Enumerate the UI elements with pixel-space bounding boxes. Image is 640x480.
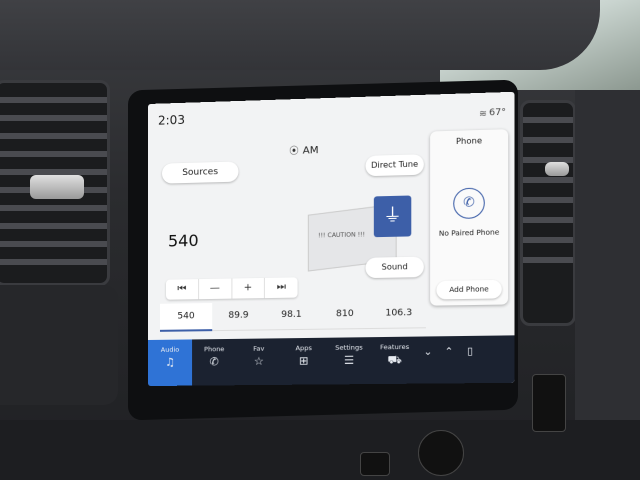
dock-audio[interactable]: Audio ♫ xyxy=(148,339,193,386)
sound-button[interactable]: Sound xyxy=(365,256,424,279)
side-hardware-button[interactable] xyxy=(532,374,566,432)
preset-bar: 540 89.9 98.1 810 106.3 xyxy=(159,299,426,332)
preset-4[interactable]: 810 xyxy=(318,300,372,330)
phone-icon: ✆ xyxy=(453,187,485,220)
phone-device-icon[interactable]: ▯ xyxy=(460,336,481,384)
dock-phone[interactable]: Phone ✆ xyxy=(192,339,236,386)
chevron-up-icon[interactable]: ⌃ xyxy=(439,336,460,383)
clock: 2:03 xyxy=(157,112,185,128)
band-indicator: ⦿ AM xyxy=(289,145,319,157)
settings-sliders-icon: ☰ xyxy=(343,353,355,368)
infotainment-screen: 2:03 ≋ 67° ⦿ AM Sources Direct Tune !!! C… xyxy=(148,91,515,387)
preset-2[interactable]: 89.9 xyxy=(212,302,265,332)
preset-1[interactable]: 540 xyxy=(159,302,213,332)
dock-fav[interactable]: Fav ☆ xyxy=(236,338,281,385)
current-frequency: 540 xyxy=(167,230,199,251)
add-phone-button[interactable]: Add Phone xyxy=(436,279,502,300)
seek-forward-button[interactable]: ⏭ xyxy=(265,277,297,298)
preset-3[interactable]: 98.1 xyxy=(264,301,319,331)
sources-button[interactable]: Sources xyxy=(161,161,239,184)
radio-tower-icon[interactable]: ⏚ xyxy=(373,195,412,238)
dock-settings[interactable]: Settings ☰ xyxy=(326,337,371,384)
tune-up-button[interactable]: + xyxy=(231,277,266,299)
direct-tune-button[interactable]: Direct Tune xyxy=(365,154,424,177)
outside-temperature: 67° xyxy=(489,107,507,119)
hardware-knob[interactable] xyxy=(418,430,464,476)
lower-left-panel xyxy=(0,285,118,405)
dock-apps[interactable]: Apps ⊞ xyxy=(281,338,326,385)
phone-icon: ✆ xyxy=(209,355,219,369)
tune-down-button[interactable]: — xyxy=(198,278,232,300)
star-icon: ☆ xyxy=(253,354,264,368)
phone-card: Phone ✆ No Paired Phone Add Phone xyxy=(430,129,509,306)
chevron-down-icon[interactable]: ⌄ xyxy=(418,336,439,383)
left-vent-knob[interactable] xyxy=(30,175,84,199)
seek-back-button[interactable]: ⏮ xyxy=(165,279,199,300)
wifi-icon: ≋ xyxy=(478,109,487,120)
preset-5[interactable]: 106.3 xyxy=(371,299,426,330)
phone-status: No Paired Phone xyxy=(438,228,500,238)
apps-grid-icon: ⊞ xyxy=(298,354,309,368)
right-vent-knob[interactable] xyxy=(545,162,569,176)
radio-signal-icon: ⦿ xyxy=(289,146,299,157)
phone-card-title: Phone xyxy=(455,136,483,147)
music-note-icon: ♫ xyxy=(165,355,175,369)
tuning-controls: ⏮ — + ⏭ xyxy=(165,277,298,300)
dashboard-top xyxy=(0,0,600,70)
dock-features[interactable]: Features ⛟ xyxy=(372,337,418,384)
right-air-vent xyxy=(520,100,576,326)
car-features-icon: ⛟ xyxy=(387,353,402,367)
hazard-button[interactable] xyxy=(360,452,390,476)
station-art-text: !!! CAUTION !!! xyxy=(318,231,366,240)
bottom-dock: Audio ♫ Phone ✆ Fav ☆ Apps ⊞ Settings ☰ Featu… xyxy=(148,335,515,386)
